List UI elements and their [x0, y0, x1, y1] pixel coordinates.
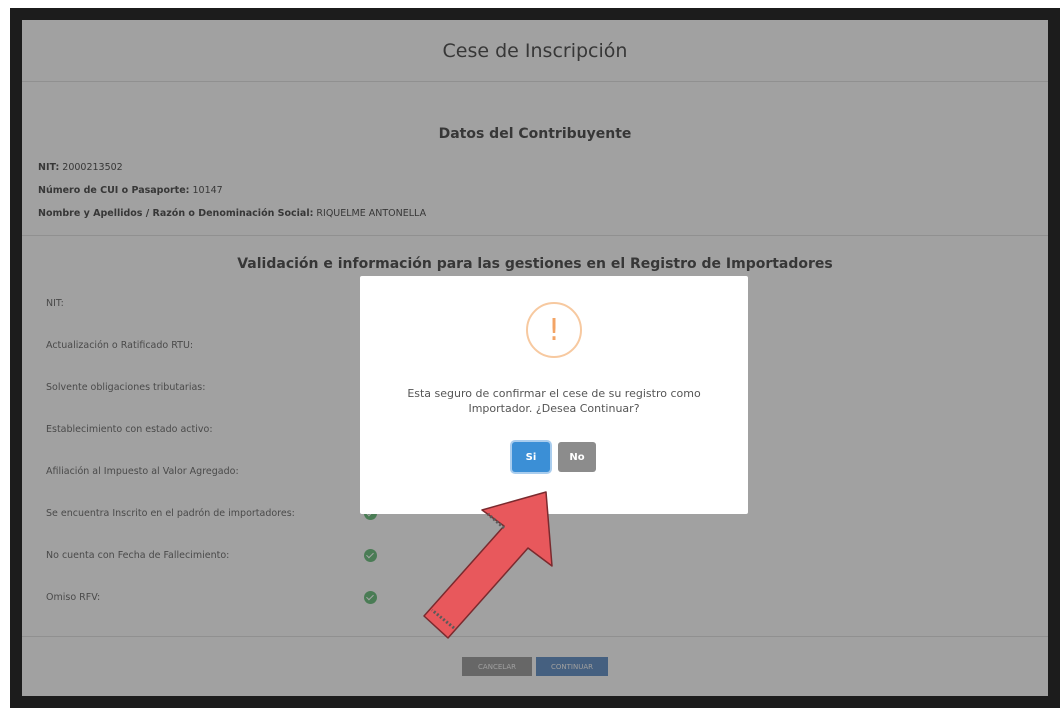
dialog-buttons: Si No [360, 442, 748, 472]
document-frame: Cese de Inscripción Datos del Contribuye… [10, 8, 1060, 708]
no-button[interactable]: No [558, 442, 596, 472]
page: Cese de Inscripción Datos del Contribuye… [22, 20, 1048, 696]
confirm-dialog: ! Esta seguro de confirmar el cese de su… [360, 276, 748, 514]
yes-button[interactable]: Si [512, 442, 550, 472]
annotation-arrow-icon [423, 491, 553, 639]
confirm-message: Esta seguro de confirmar el cese de su r… [407, 387, 701, 415]
warning-icon: ! [526, 302, 582, 358]
